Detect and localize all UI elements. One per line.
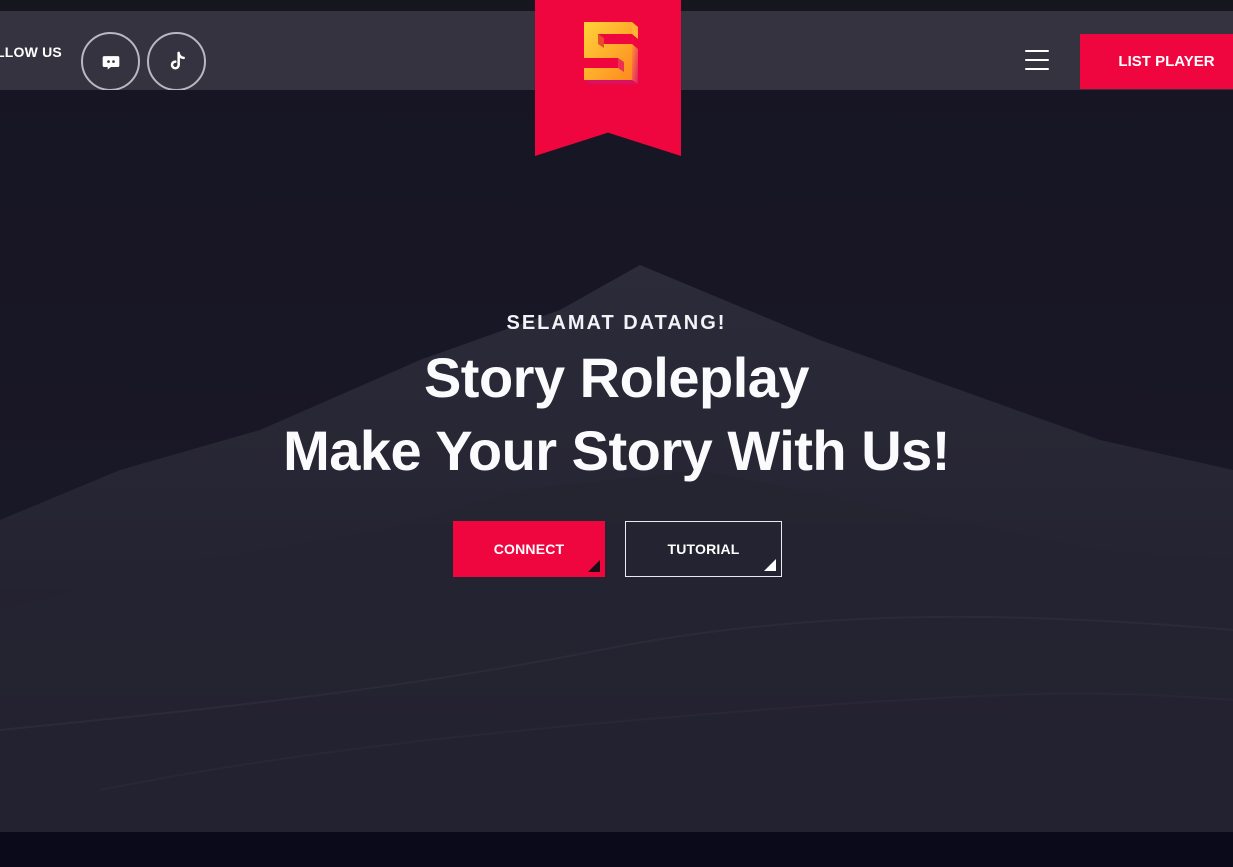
connect-button-label: CONNECT xyxy=(493,541,565,557)
hamburger-menu-icon[interactable] xyxy=(1025,49,1049,71)
tiktok-link[interactable] xyxy=(147,32,206,91)
story-s-logo-icon xyxy=(584,22,638,84)
discord-link[interactable] xyxy=(81,32,140,91)
connect-button[interactable]: CONNECT xyxy=(453,521,605,577)
discord-icon xyxy=(102,55,119,69)
tutorial-button[interactable]: TUTORIAL xyxy=(625,521,782,577)
tiktok-icon xyxy=(170,51,185,69)
corner-triangle-icon xyxy=(588,560,600,572)
tutorial-button-label: TUTORIAL xyxy=(667,541,740,557)
hero-section: SELAMAT DATANG! Story Roleplay Make Your… xyxy=(0,90,1233,832)
follow-us-label: LLOW US xyxy=(0,44,62,60)
footer-band xyxy=(0,832,1233,867)
logo-ribbon[interactable] xyxy=(535,0,681,156)
hero-kicker: SELAMAT DATANG! xyxy=(506,312,727,334)
corner-triangle-icon xyxy=(764,559,776,571)
hero-subtitle: Make Your Story With Us! xyxy=(283,419,950,482)
list-player-button[interactable]: LIST PLAYER xyxy=(1080,34,1233,89)
hero-title: Story Roleplay xyxy=(423,346,810,409)
